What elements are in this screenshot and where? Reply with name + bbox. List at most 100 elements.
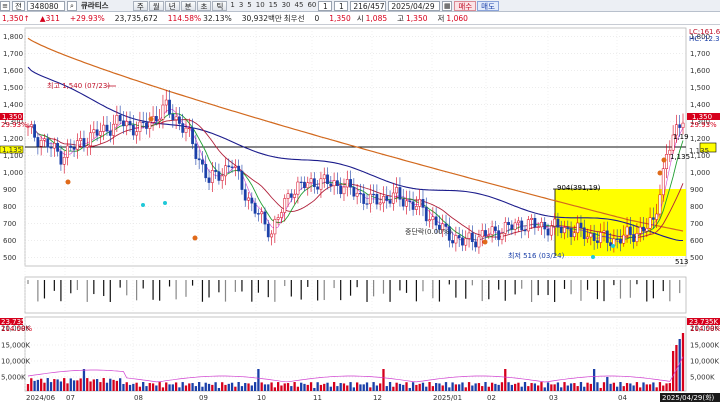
interval-button[interactable]: 30 [280, 1, 293, 11]
period-month-button[interactable]: 월 [148, 0, 164, 11]
candle-body [319, 178, 323, 190]
interval-button[interactable]: 5 [245, 1, 253, 11]
search-icon[interactable]: ⌕ [66, 0, 77, 11]
menu-icon[interactable]: ≡ [0, 0, 10, 11]
calendar-icon[interactable]: ▦ [442, 0, 453, 11]
volume-bar [573, 383, 576, 391]
volume-bar [286, 383, 290, 391]
candle-body [66, 145, 69, 158]
page-counter[interactable]: 216/457 [350, 0, 387, 11]
open-price: 1,085 [365, 13, 388, 23]
signal-bar [257, 280, 260, 293]
interval-input[interactable]: 1 [318, 0, 333, 11]
period-week-button[interactable]: 주 [132, 0, 148, 11]
candle-body [625, 226, 629, 236]
interval-button[interactable]: 1 [228, 1, 236, 11]
stock-chart[interactable]: 1,8001,7001,6001,5001,4001,3001,2001,100… [0, 26, 720, 404]
candle-body [270, 233, 273, 238]
signal-dot [65, 179, 71, 185]
candle-body [214, 170, 218, 172]
volume-bar [533, 383, 537, 391]
signal-dot [148, 116, 154, 122]
volume-bar [329, 386, 332, 391]
interval-button[interactable]: 10 [254, 1, 267, 11]
volume-bar [109, 378, 112, 391]
candle-body [92, 129, 96, 134]
candle-body [276, 217, 280, 220]
volume-bar [464, 387, 467, 391]
volume-bar [441, 385, 444, 391]
candle-body [385, 196, 389, 201]
interval-button[interactable]: 3 [237, 1, 245, 11]
candle-body [599, 232, 603, 243]
volume-bar [86, 378, 89, 391]
buy-button[interactable]: 매수 [454, 0, 477, 11]
candle-body [388, 200, 392, 204]
sell-button[interactable]: 매도 [477, 0, 499, 11]
volume-bar [53, 379, 56, 391]
volume-bar [214, 382, 217, 391]
candle-body [352, 186, 356, 197]
volume-bar [369, 387, 372, 391]
candle-body [586, 236, 589, 239]
candle-body [280, 212, 283, 218]
candle-body [454, 235, 458, 244]
volume-bar [652, 382, 655, 391]
left-price-tag-text: 1,350 [2, 113, 22, 121]
signal-bar [93, 280, 95, 295]
candle-body [480, 230, 484, 238]
period-year-button[interactable]: 년 [164, 0, 180, 11]
candle-body [164, 99, 168, 106]
interval-button[interactable]: 60 [305, 1, 318, 11]
volume-bar [326, 382, 329, 391]
candle-body [635, 233, 639, 242]
candle-body [250, 197, 254, 204]
market-mode-select[interactable]: 전 [12, 0, 25, 11]
signal-bar [389, 280, 391, 302]
period-tick-button[interactable]: 틱 [212, 0, 228, 11]
candle-body [46, 138, 50, 148]
volume-bar [119, 378, 122, 391]
candle-body [543, 221, 547, 230]
candle-body [553, 218, 557, 227]
period-second-button[interactable]: 초 [196, 0, 212, 11]
candle-body [168, 99, 171, 115]
signal-bar [422, 280, 424, 292]
volume-bar [181, 382, 184, 391]
volume-bar [602, 382, 606, 391]
volume-bar [648, 384, 652, 391]
period-minute-button[interactable]: 분 [180, 0, 196, 11]
volume-bar [385, 386, 388, 391]
candle-body [39, 140, 43, 147]
volume-bar [583, 386, 586, 391]
signal-bar [43, 280, 46, 299]
volume-bar [148, 383, 151, 391]
volume-tick-left: 15,000K [1, 342, 30, 350]
candle-body [322, 174, 326, 180]
right-1135-annotation: 1,135 [670, 153, 690, 161]
volume-bar [267, 384, 270, 391]
volume-bar [211, 384, 214, 391]
y-tick-label-right: 1,000 [690, 169, 710, 177]
candle-body [368, 193, 372, 205]
candle-body [75, 140, 79, 150]
volume-bar [625, 383, 629, 391]
signal-bar [471, 280, 473, 286]
volume-bar [89, 381, 92, 391]
volume-bar [237, 382, 240, 391]
volume-bar [372, 382, 375, 391]
volume-bar [207, 383, 211, 391]
stock-code-input[interactable]: 348080 [26, 0, 65, 11]
signal-bar [432, 280, 434, 299]
interval-input[interactable]: 1 [334, 0, 349, 11]
volume-bar [171, 384, 174, 391]
interval-button[interactable]: 15 [267, 1, 280, 11]
signal-bar [613, 280, 615, 286]
signal-bar [241, 280, 243, 292]
interval-button[interactable]: 45 [293, 1, 306, 11]
volume-bar [411, 382, 415, 391]
candle-body [467, 232, 471, 239]
date-input[interactable]: 2025/04/29 [388, 0, 441, 11]
x-tick-label: 11 [313, 394, 322, 402]
volume-bar [639, 387, 642, 391]
